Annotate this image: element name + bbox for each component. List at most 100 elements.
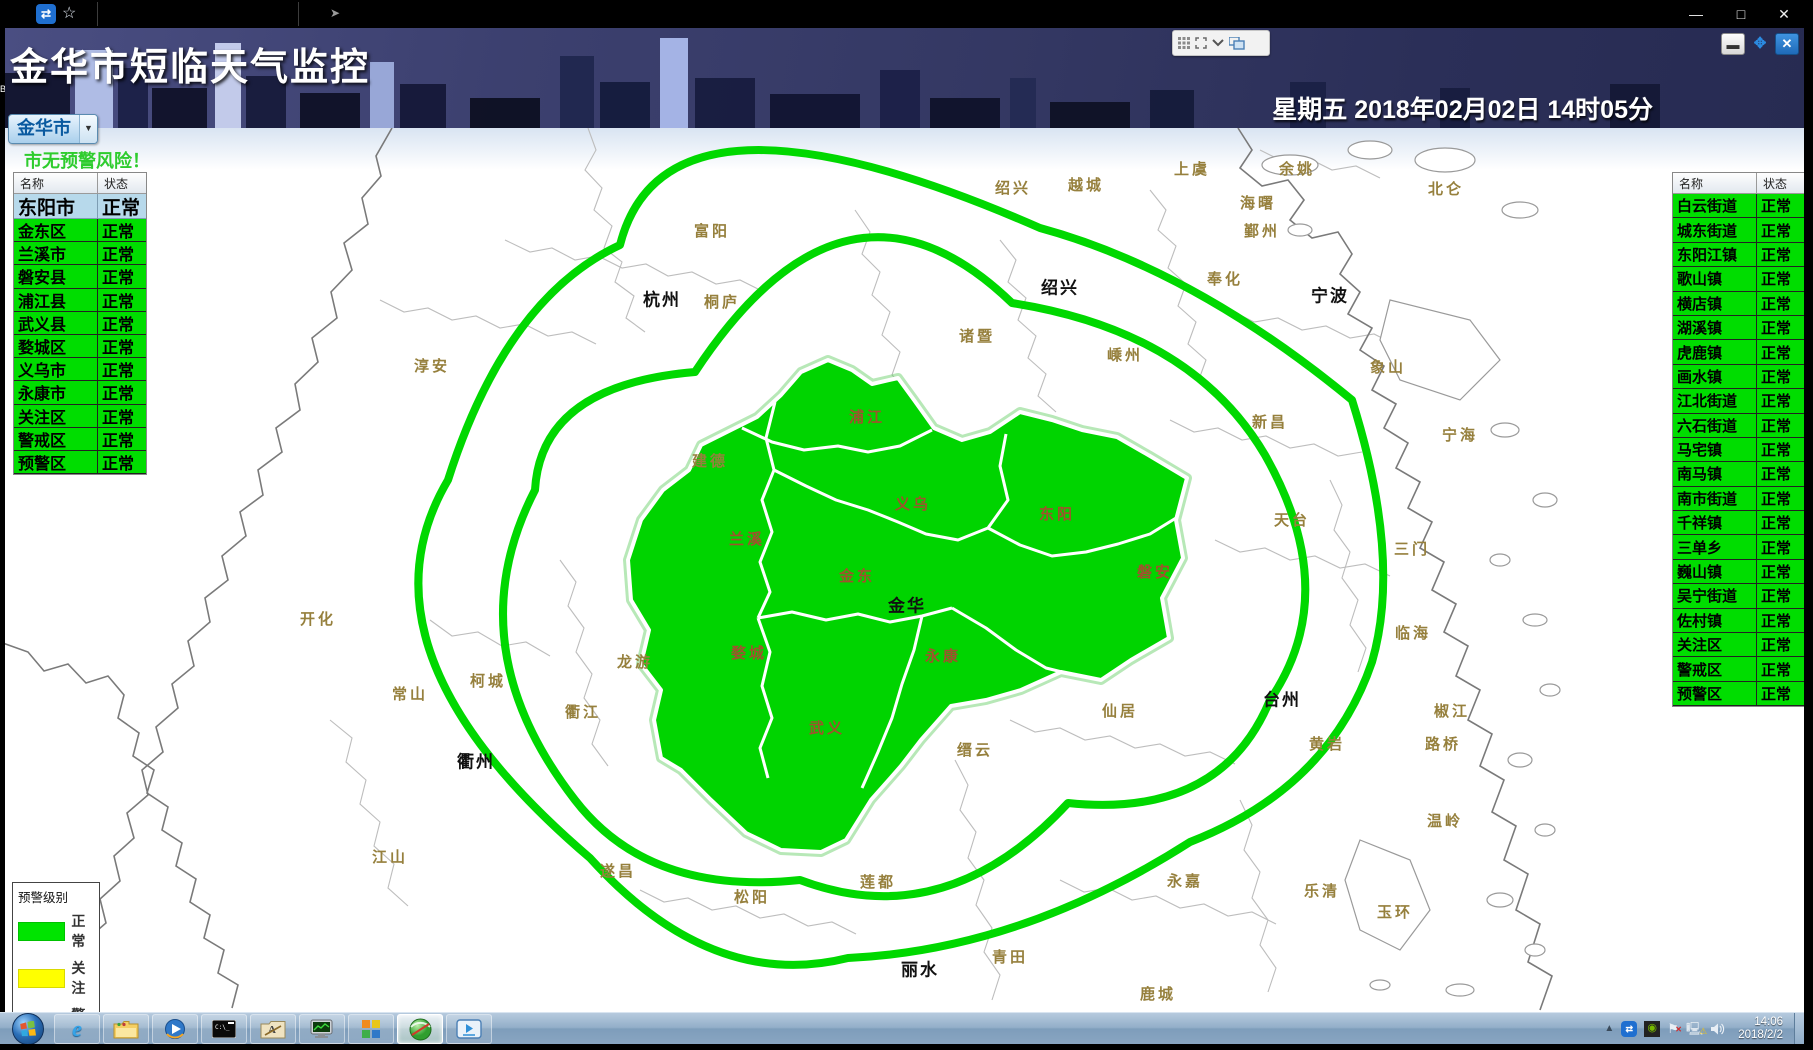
table-row[interactable]: 义乌市正常 [14, 358, 146, 381]
remote-session-toolbar[interactable] [1172, 30, 1270, 56]
nvidia-tray-icon[interactable]: ◉ [1644, 1021, 1660, 1037]
table-row[interactable]: 金东区正常 [14, 219, 146, 242]
taskbar-item-internet-explorer[interactable]: e [54, 1014, 100, 1044]
table-row[interactable]: 城东街道正常 [1673, 218, 1805, 242]
ie-icon: e [72, 1016, 82, 1042]
skyline [560, 56, 594, 128]
table-row[interactable]: 横店镇正常 [1673, 292, 1805, 316]
table-row[interactable]: 武义县正常 [14, 312, 146, 335]
row-name: 湖溪镇 [1673, 316, 1757, 340]
app-minimize-button[interactable]: ▬ [1721, 33, 1745, 55]
row-status: 正常 [98, 358, 146, 381]
table-row[interactable]: 马宅镇正常 [1673, 438, 1805, 462]
table-row[interactable]: 关注区正常 [1673, 633, 1805, 657]
table-row[interactable]: 吴宁街道正常 [1673, 584, 1805, 608]
table-row[interactable]: 歌山镇正常 [1673, 267, 1805, 291]
header-datetime: 星期五 2018年02月02日 14时05分 [1272, 90, 1653, 126]
table-row[interactable]: 东阳江镇正常 [1673, 243, 1805, 267]
taskbar-item-file-explorer[interactable] [103, 1014, 149, 1044]
taskbar-item-office-app[interactable] [348, 1014, 394, 1044]
taskbar-item-weather-app-active[interactable] [397, 1014, 443, 1044]
table-row[interactable]: 六石街道正常 [1673, 414, 1805, 438]
table-header: 名称 状态 [1673, 173, 1805, 194]
column-header-status[interactable]: 状态 [98, 173, 146, 193]
favorite-star-icon[interactable]: ☆ [62, 3, 76, 23]
taskbar-clock[interactable]: 14:06 2018/2/2 [1738, 1016, 1783, 1042]
screen: 杭州桐庐富阳绍兴越城上虞余姚海曙鄞州北仑宁波奉化绍兴诸暨嵊州新昌宁海象山淳安建德… [0, 0, 1813, 1050]
row-status: 正常 [1757, 609, 1805, 633]
volume-icon[interactable] [1710, 1022, 1725, 1036]
skyline [370, 62, 394, 128]
table-row[interactable]: 警戒区正常 [14, 428, 146, 451]
app-close-button[interactable]: ✕ [1775, 33, 1799, 55]
hidden-icons-chevron[interactable]: ▲ [1604, 1021, 1614, 1037]
drag-grid-icon[interactable] [1178, 37, 1190, 49]
table-row[interactable]: 关注区正常 [14, 405, 146, 428]
table-row[interactable]: 磐安县正常 [14, 265, 146, 288]
row-status: 正常 [1757, 633, 1805, 657]
table-row[interactable]: 永康市正常 [14, 381, 146, 404]
table-row[interactable]: 南马镇正常 [1673, 462, 1805, 486]
window-minimize-button[interactable]: — [1679, 0, 1713, 28]
column-header-name[interactable]: 名称 [14, 173, 98, 193]
nav-arrow-icon[interactable]: ➤ [330, 6, 340, 20]
table-row[interactable]: 东阳市正常 [14, 194, 146, 219]
table-row[interactable]: 兰溪市正常 [14, 242, 146, 265]
network-warning-icon[interactable]: 🖳⚠ [1686, 1021, 1703, 1037]
table-row[interactable]: 三单乡正常 [1673, 535, 1805, 559]
taskbar-item-design-tool[interactable]: A [250, 1014, 296, 1044]
map-label: 衢江 [565, 703, 601, 721]
screen-bottom-strip [0, 1044, 1813, 1050]
table-row[interactable]: 婺城区正常 [14, 335, 146, 358]
column-header-status[interactable]: 状态 [1757, 173, 1805, 193]
table-row[interactable]: 佐村镇正常 [1673, 609, 1805, 633]
row-name: 金东区 [14, 219, 98, 242]
table-row[interactable]: 警戒区正常 [1673, 657, 1805, 681]
column-header-name[interactable]: 名称 [1673, 173, 1757, 193]
monitors-icon[interactable] [1229, 37, 1245, 50]
map-label: 乐清 [1304, 882, 1340, 900]
map-label: 温岭 [1427, 812, 1463, 830]
fullscreen-icon[interactable] [1195, 37, 1207, 49]
row-name: 义乌市 [14, 358, 98, 381]
teamviewer-tray-icon[interactable]: ⇄ [1621, 1021, 1637, 1037]
chevron-down-icon[interactable] [1212, 39, 1224, 47]
map-label: 杭州 [643, 290, 681, 310]
table-row[interactable]: 虎鹿镇正常 [1673, 340, 1805, 364]
teamviewer-icon[interactable]: ⇄ [36, 4, 56, 24]
table-row[interactable]: 浦江县正常 [14, 289, 146, 312]
map-label: 常山 [392, 685, 428, 703]
taskbar-item-command-prompt[interactable]: C:\_ [201, 1014, 247, 1044]
legend-swatch [18, 922, 65, 941]
app-expand-arrows-button[interactable]: ✥ [1749, 33, 1771, 53]
taskbar-item-screen-player[interactable] [446, 1014, 492, 1044]
green-globe-icon [409, 1018, 432, 1041]
table-row[interactable]: 画水镇正常 [1673, 365, 1805, 389]
map-label: 桐庐 [704, 293, 740, 311]
map-label: 淳安 [414, 357, 450, 375]
table-row[interactable]: 湖溪镇正常 [1673, 316, 1805, 340]
weather-map[interactable]: 杭州桐庐富阳绍兴越城上虞余姚海曙鄞州北仑宁波奉化绍兴诸暨嵊州新昌宁海象山淳安建德… [0, 0, 1813, 1050]
window-maximize-button[interactable]: □ [1724, 0, 1758, 28]
map-label: 义乌 [895, 495, 931, 513]
action-center-flag-icon[interactable]: ⚑✕ [1667, 1021, 1679, 1037]
table-row[interactable]: 巍山镇正常 [1673, 560, 1805, 584]
table-row[interactable]: 千祥镇正常 [1673, 511, 1805, 535]
table-row[interactable]: 南市街道正常 [1673, 487, 1805, 511]
row-name: 婺城区 [14, 335, 98, 358]
clock-date: 2018/2/2 [1738, 1029, 1783, 1042]
taskbar-item-monitoring-app[interactable] [299, 1014, 345, 1044]
row-status: 正常 [1757, 560, 1805, 584]
table-row[interactable]: 白云街道正常 [1673, 194, 1805, 218]
map-label: 龙游 [616, 653, 653, 671]
taskbar-item-media-player[interactable] [152, 1014, 198, 1044]
start-button[interactable] [12, 1013, 44, 1045]
table-row[interactable]: 预警区正常 [1673, 682, 1805, 706]
map-label: 青田 [992, 948, 1028, 966]
table-row[interactable]: 预警区正常 [14, 451, 146, 474]
table-row[interactable]: 江北街道正常 [1673, 389, 1805, 413]
window-close-button[interactable]: ✕ [1767, 0, 1801, 28]
city-selector-dropdown[interactable]: 金华市 ▼ [8, 114, 98, 144]
chevron-down-icon[interactable]: ▼ [79, 115, 97, 143]
map-label: 婺城 [730, 644, 767, 662]
